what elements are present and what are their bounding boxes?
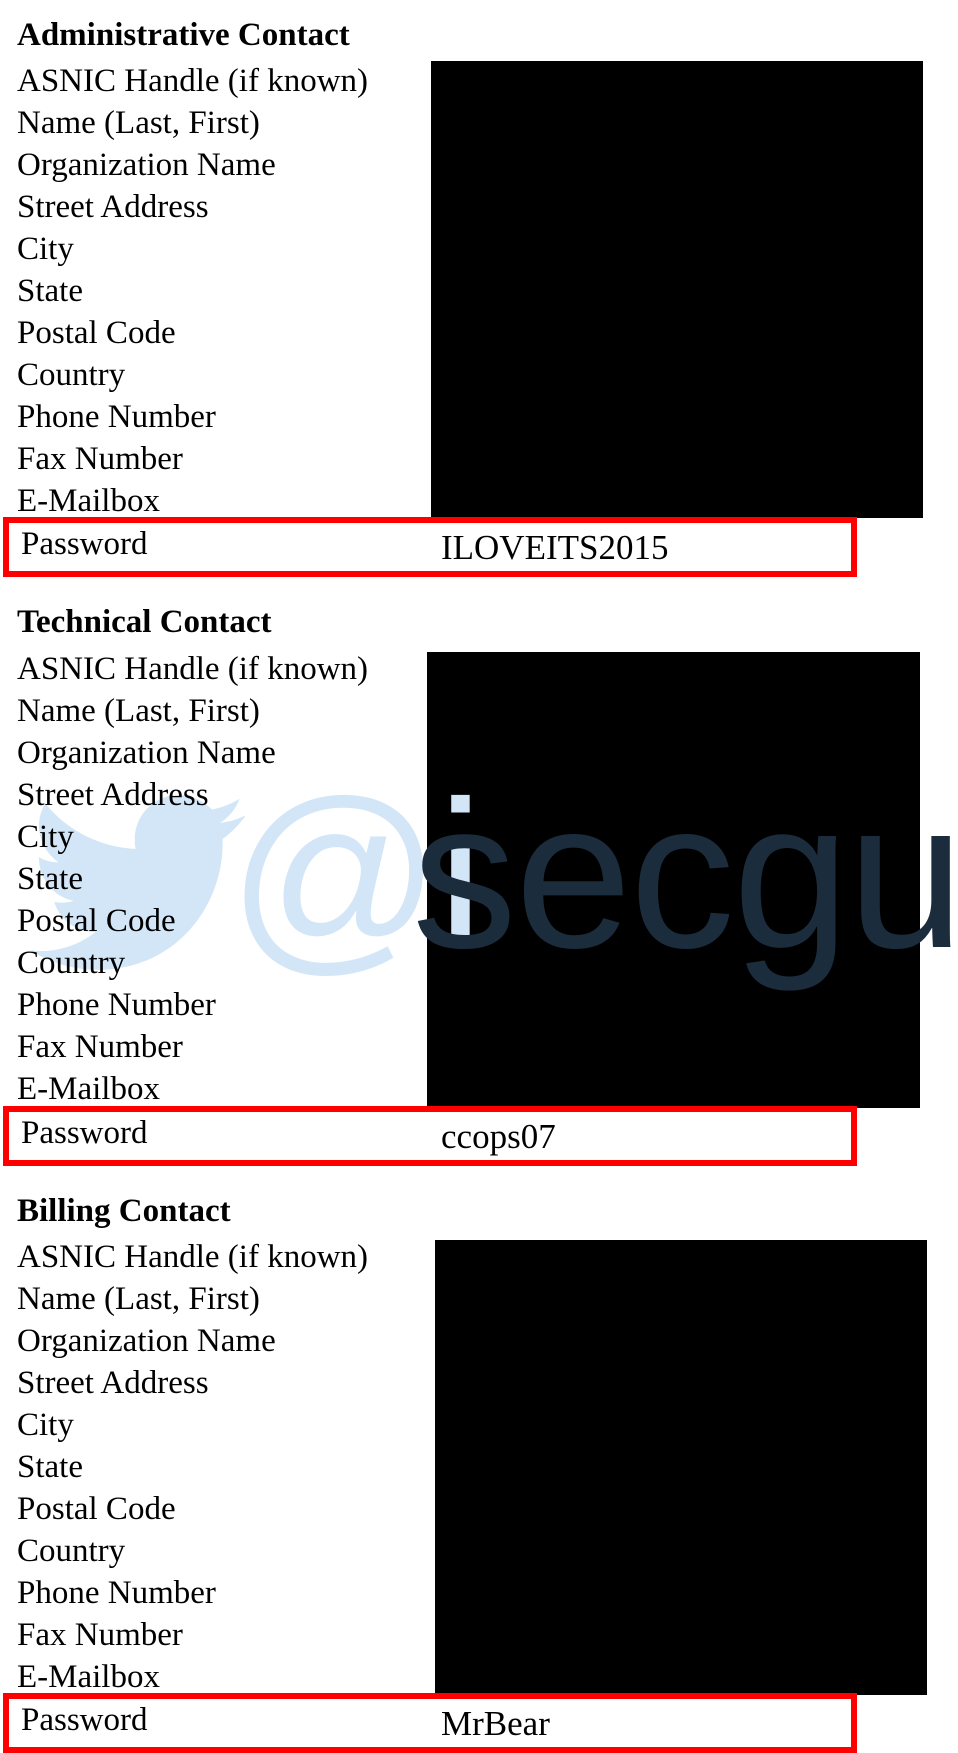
field-label-postal-code: Postal Code [17, 1491, 176, 1527]
field-label-name: Name (Last, First) [17, 693, 260, 729]
field-label-asnic-handle: ASNIC Handle (if known) [17, 651, 369, 687]
password-label: Password [21, 526, 148, 562]
password-value: ILOVEITS2015 [441, 528, 669, 567]
password-label: Password [21, 1115, 148, 1151]
password-highlight-box: Password MrBear [3, 1693, 857, 1753]
field-label-phone: Phone Number [17, 1575, 216, 1611]
field-label-organization: Organization Name [17, 735, 276, 771]
field-label-asnic-handle: ASNIC Handle (if known) [17, 1239, 369, 1275]
password-highlight-box: Password ILOVEITS2015 [3, 517, 857, 577]
field-label-street: Street Address [17, 1365, 209, 1401]
field-label-country: Country [17, 1533, 126, 1569]
password-label: Password [21, 1702, 148, 1738]
redaction-block [431, 61, 923, 518]
section-heading: Administrative Contact [17, 17, 350, 53]
field-label-organization: Organization Name [17, 1323, 276, 1359]
field-label-email: E-Mailbox [17, 1071, 160, 1107]
field-labels: ASNIC Handle (if known) Name (Last, Firs… [17, 1236, 368, 1698]
section-heading: Technical Contact [17, 604, 272, 640]
field-labels: ASNIC Handle (if known) Name (Last, Firs… [17, 60, 368, 522]
field-label-phone: Phone Number [17, 987, 216, 1023]
field-labels: ASNIC Handle (if known) Name (Last, Firs… [17, 648, 368, 1110]
field-label-city: City [17, 231, 74, 267]
field-label-city: City [17, 1407, 74, 1443]
field-label-asnic-handle: ASNIC Handle (if known) [17, 63, 369, 99]
field-label-street: Street Address [17, 777, 209, 813]
section-heading: Billing Contact [17, 1193, 231, 1229]
redaction-block [435, 1240, 927, 1695]
field-label-street: Street Address [17, 189, 209, 225]
field-label-country: Country [17, 945, 126, 981]
field-label-email: E-Mailbox [17, 483, 160, 519]
password-highlight-box: Password ccops07 [3, 1106, 857, 1166]
field-label-phone: Phone Number [17, 399, 216, 435]
field-label-name: Name (Last, First) [17, 105, 260, 141]
field-label-state: State [17, 1449, 83, 1485]
field-label-fax: Fax Number [17, 441, 183, 477]
password-value: MrBear [441, 1704, 550, 1743]
field-label-country: Country [17, 357, 126, 393]
field-label-city: City [17, 819, 74, 855]
field-label-state: State [17, 273, 83, 309]
field-label-fax: Fax Number [17, 1617, 183, 1653]
field-label-name: Name (Last, First) [17, 1281, 260, 1317]
field-label-postal-code: Postal Code [17, 903, 176, 939]
field-label-organization: Organization Name [17, 147, 276, 183]
redaction-block [427, 652, 920, 1108]
field-label-email: E-Mailbox [17, 1659, 160, 1695]
field-label-fax: Fax Number [17, 1029, 183, 1065]
field-label-postal-code: Postal Code [17, 315, 176, 351]
field-label-state: State [17, 861, 83, 897]
password-value: ccops07 [441, 1117, 556, 1156]
